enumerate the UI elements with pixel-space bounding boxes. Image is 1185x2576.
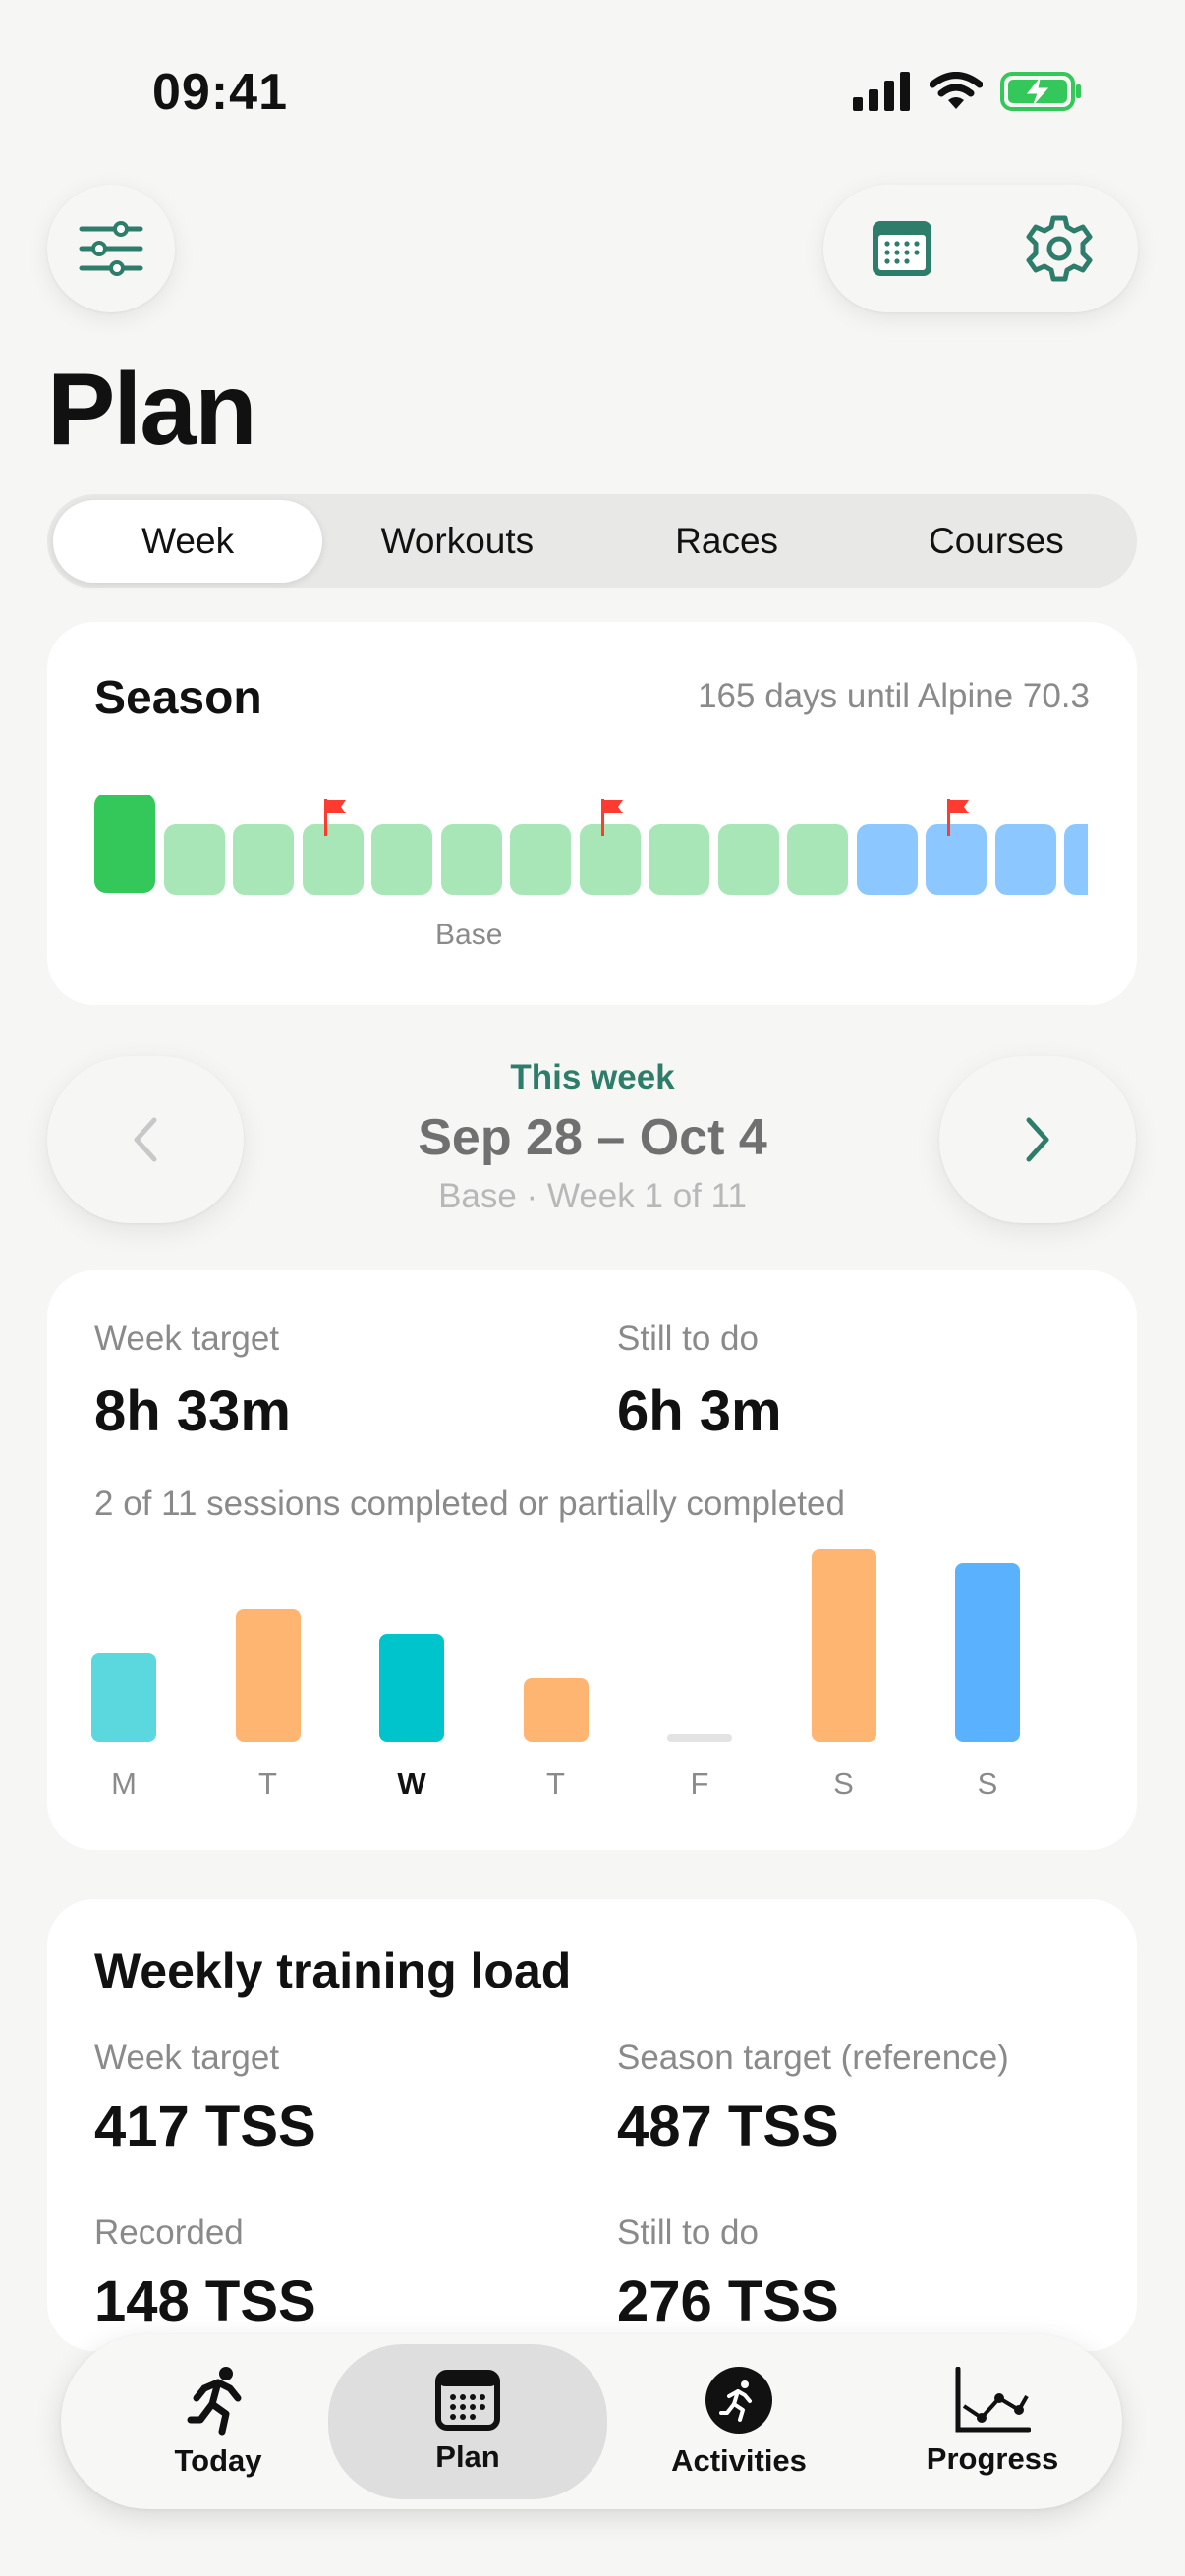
season-week-block[interactable]: [163, 824, 225, 895]
line-chart-icon: [955, 2367, 1031, 2433]
race-flag-icon: [600, 799, 623, 836]
load-week-target-label: Week target: [94, 2039, 280, 2077]
segmented-control: Week Workouts Races Courses: [47, 494, 1137, 588]
sliders-icon: [79, 221, 143, 276]
status-icons: [853, 69, 1083, 114]
tab-today-label: Today: [174, 2443, 262, 2478]
race-flag-icon: [323, 799, 346, 836]
season-target-value: 487 TSS: [617, 2095, 839, 2158]
tab-activities[interactable]: Activities: [641, 2334, 837, 2509]
tab-progress-label: Progress: [926, 2441, 1059, 2476]
week-phase: Base · Week 1 of 11: [438, 1177, 747, 1215]
week-label: This week: [510, 1058, 675, 1096]
season-timeline[interactable]: [94, 795, 1088, 936]
calendar-icon: [435, 2370, 500, 2431]
battery-charging-icon: [1000, 72, 1081, 111]
segment-workouts[interactable]: Workouts: [322, 500, 592, 583]
season-phase-label: Base: [435, 919, 503, 951]
season-week-block[interactable]: [510, 824, 571, 895]
season-target-label: Season target (reference): [617, 2039, 1009, 2077]
load-week-target-value: 417 TSS: [94, 2095, 316, 2158]
race-flag-icon: [947, 799, 969, 836]
day-load-bar[interactable]: [667, 1734, 732, 1742]
day-load-bar[interactable]: [91, 1653, 156, 1742]
daily-load-chart: MTWTFSS: [47, 1270, 1137, 1850]
day-letter: T: [546, 1766, 565, 1801]
week-range: Sep 28 – Oct 4: [418, 1109, 767, 1166]
gear-icon: [1026, 215, 1093, 282]
load-still-to-do-value: 276 TSS: [617, 2269, 839, 2333]
tab-activities-label: Activities: [671, 2443, 807, 2478]
signal-icon: [853, 72, 910, 111]
page-title: Plan: [47, 353, 257, 467]
season-week-block[interactable]: [94, 795, 155, 893]
day-load-bar[interactable]: [811, 1549, 876, 1742]
tab-progress[interactable]: Progress: [894, 2334, 1091, 2509]
season-week-block[interactable]: [233, 824, 294, 895]
segment-week[interactable]: Week: [53, 500, 323, 583]
filter-button[interactable]: [47, 185, 175, 312]
season-week-block[interactable]: [649, 824, 709, 895]
season-card[interactable]: Season 165 days until Alpine 70.3 Base: [47, 622, 1137, 1005]
wifi-icon: [930, 72, 983, 109]
day-letter: S: [833, 1766, 854, 1801]
day-letter: W: [397, 1766, 426, 1801]
week-summary-card[interactable]: Week target 8h 33m Still to do 6h 3m 2 o…: [47, 1270, 1137, 1850]
season-week-block[interactable]: [717, 824, 779, 895]
season-week-block[interactable]: [440, 824, 502, 895]
day-letter: T: [258, 1766, 277, 1801]
season-week-block[interactable]: [787, 824, 848, 895]
running-person-icon: [187, 2367, 242, 2436]
season-title: Season: [94, 672, 262, 724]
calendar-icon: [873, 221, 931, 276]
tab-plan-label: Plan: [435, 2439, 500, 2474]
training-load-title: Weekly training load: [94, 1943, 572, 1998]
load-still-to-do-label: Still to do: [617, 2213, 759, 2252]
training-load-card[interactable]: Weekly training load Week target 417 TSS…: [47, 1899, 1137, 2351]
tab-plan[interactable]: Plan: [328, 2344, 607, 2499]
season-week-block[interactable]: [994, 824, 1056, 895]
day-letter: S: [977, 1766, 998, 1801]
day-load-bar[interactable]: [235, 1609, 301, 1742]
day-load-bar[interactable]: [955, 1563, 1020, 1742]
segment-races[interactable]: Races: [592, 500, 862, 583]
tab-today[interactable]: Today: [120, 2334, 316, 2509]
header-actions: [823, 185, 1138, 312]
day-load-bar[interactable]: [523, 1678, 589, 1742]
season-week-block[interactable]: [856, 824, 918, 895]
season-week-block[interactable]: [371, 824, 432, 895]
segment-courses[interactable]: Courses: [862, 500, 1131, 583]
season-week-block[interactable]: [1064, 824, 1088, 895]
tab-bar: Today Plan Activities Progress: [61, 2334, 1122, 2509]
recorded-value: 148 TSS: [94, 2269, 316, 2333]
day-letter: M: [111, 1766, 137, 1801]
calendar-button[interactable]: [858, 204, 946, 293]
activity-circle-icon: [705, 2367, 772, 2434]
settings-button[interactable]: [1015, 204, 1103, 293]
season-countdown: 165 days until Alpine 70.3: [698, 677, 1090, 715]
day-letter: F: [690, 1766, 709, 1801]
day-load-bar[interactable]: [379, 1634, 444, 1742]
recorded-label: Recorded: [94, 2213, 244, 2252]
status-time: 09:41: [152, 64, 288, 121]
